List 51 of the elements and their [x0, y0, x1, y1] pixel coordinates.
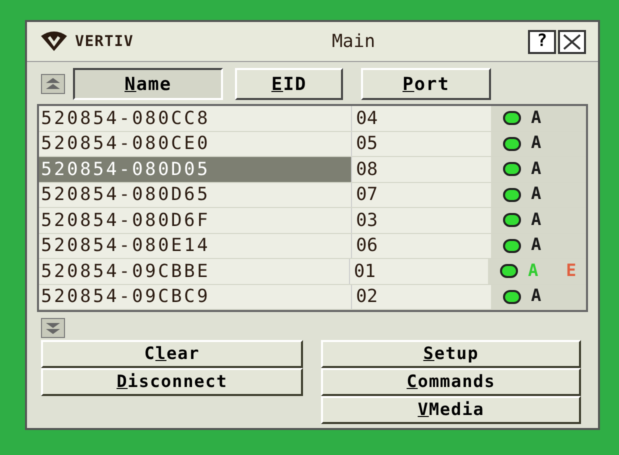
status-letter: A — [531, 106, 542, 130]
status-letter: E — [566, 260, 578, 282]
command-button[interactable]: VMedia — [321, 396, 581, 424]
double-down-arrow-icon — [46, 322, 60, 334]
port-cell-text: 03 — [356, 208, 378, 233]
help-button[interactable]: ? — [528, 30, 556, 54]
command-button[interactable]: Commands — [321, 368, 581, 396]
logo-icon — [39, 30, 69, 52]
status-letter: A — [531, 183, 542, 206]
device-name-cell[interactable]: 520854-080E14 — [39, 234, 351, 258]
close-button[interactable] — [558, 30, 586, 54]
scroll-down-button[interactable] — [41, 318, 65, 338]
device-name-cell[interactable]: 520854-080D65 — [39, 182, 351, 207]
status-letter: A — [531, 132, 542, 155]
port-cell-text: 01 — [354, 260, 376, 284]
port-cell-text: 06 — [356, 234, 378, 258]
status-letter: A — [531, 285, 542, 308]
status-letter: A — [528, 260, 540, 282]
device-name: 520854-080D65 — [41, 183, 210, 208]
port-cell-text: 05 — [356, 132, 378, 156]
device-name-cell[interactable]: 520854-09CBBE — [39, 259, 349, 284]
port-cell-text: 04 — [356, 106, 378, 131]
device-name: 520854-09CBC9 — [41, 285, 210, 310]
window-title: Main — [330, 30, 376, 54]
port-cell-text: 07 — [356, 183, 378, 208]
command-button[interactable]: Clear — [41, 340, 303, 368]
column-header-tab[interactable]: Port — [361, 68, 491, 100]
status-letter: A — [531, 158, 542, 180]
logo-text: VERTIV — [75, 31, 134, 52]
device-name: 520854-080CE0 — [41, 132, 210, 156]
command-button[interactable]: Setup — [321, 340, 581, 368]
device-name: 520854-09CBBE — [41, 260, 210, 284]
command-button[interactable]: Disconnect — [41, 368, 303, 396]
device-name-cell[interactable]: 520854-080D05 — [39, 157, 351, 182]
port-cell-text: 08 — [356, 158, 378, 182]
device-name: 520854-080CC8 — [41, 106, 210, 131]
column-header-tab[interactable]: EID — [235, 68, 343, 100]
device-name-cell[interactable]: 520854-080D6F — [39, 208, 351, 232]
status-letter: A — [531, 208, 542, 232]
device-name: 520854-080D6F — [41, 208, 210, 233]
device-name-cell[interactable]: 520854-09CBC9 — [39, 284, 351, 309]
column-header-tab[interactable]: Name — [73, 68, 223, 100]
status-letter: A — [531, 234, 542, 257]
scroll-up-button[interactable] — [41, 74, 65, 94]
device-name: 520854-080D05 — [41, 158, 210, 182]
double-up-arrow-icon — [46, 78, 60, 90]
close-icon — [563, 34, 581, 50]
device-name: 520854-080E14 — [41, 234, 210, 258]
device-name-cell[interactable]: 520854-080CE0 — [39, 132, 351, 156]
port-cell-text: 02 — [356, 285, 378, 310]
device-name-cell[interactable]: 520854-080CC8 — [39, 106, 351, 130]
